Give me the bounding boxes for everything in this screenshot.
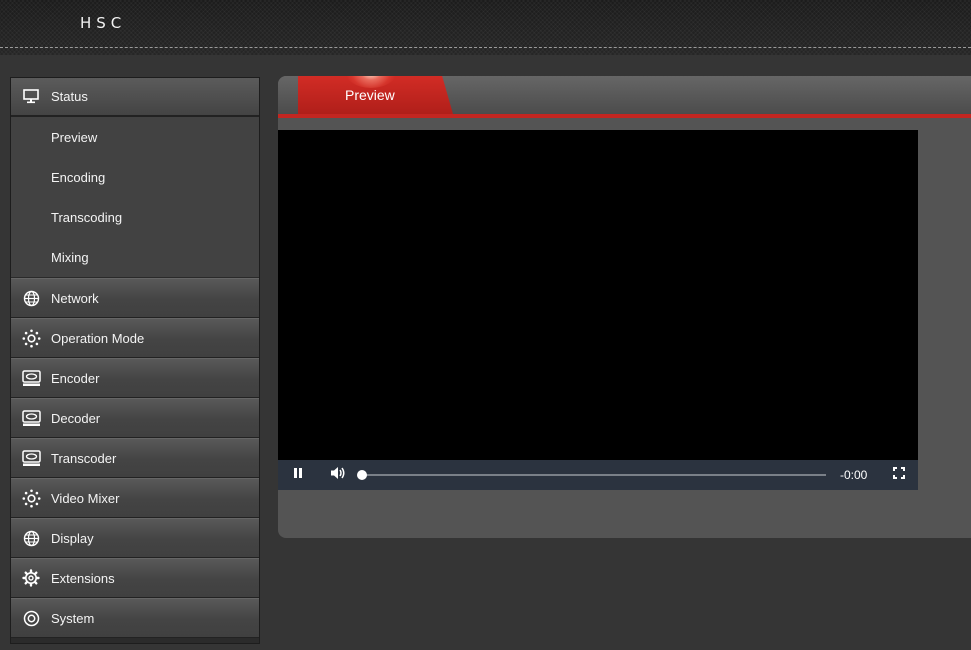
target-icon	[20, 607, 42, 629]
sun-gear-icon	[20, 327, 42, 349]
sidebar: Status Preview Encoding Transcoding Mixi…	[10, 77, 260, 644]
sidebar-item-system[interactable]: System	[11, 598, 259, 638]
pause-icon	[292, 466, 304, 484]
disk-drive-icon	[20, 447, 42, 469]
header-stitch-divider	[0, 47, 971, 48]
sidebar-item-video-mixer[interactable]: Video Mixer	[11, 478, 259, 518]
sidebar-subitem-encoding[interactable]: Encoding	[11, 157, 259, 197]
sidebar-subitem-mixing[interactable]: Mixing	[11, 237, 259, 277]
disk-drive-icon	[20, 407, 42, 429]
time-remaining: -0:00	[840, 468, 868, 482]
sidebar-item-status[interactable]: Status	[11, 78, 259, 117]
sidebar-item-label: Operation Mode	[51, 330, 145, 346]
brand-logo: HSC	[80, 14, 127, 32]
sidebar-item-label: Status	[51, 89, 88, 104]
sidebar-item-transcoder[interactable]: Transcoder	[11, 438, 259, 478]
gear-icon	[20, 567, 42, 589]
volume-button[interactable]	[323, 460, 353, 490]
sidebar-item-label: Network	[51, 290, 99, 306]
sidebar-item-decoder[interactable]: Decoder	[11, 398, 259, 438]
sidebar-item-label: Video Mixer	[51, 490, 120, 506]
pause-button[interactable]	[283, 460, 313, 490]
status-submenu: Preview Encoding Transcoding Mixing	[11, 117, 259, 278]
sidebar-item-label: System	[51, 610, 95, 626]
sun-gear-icon	[20, 487, 42, 509]
sidebar-item-label: Transcoder	[51, 450, 117, 466]
sidebar-item-label: Decoder	[51, 410, 101, 426]
progress-knob[interactable]	[357, 470, 367, 480]
tab-label: Preview	[345, 87, 395, 103]
sidebar-subitem-transcoding[interactable]: Transcoding	[11, 197, 259, 237]
globe-icon	[20, 527, 42, 549]
main-panel: Preview -0:00	[278, 76, 971, 538]
disk-drive-icon	[20, 367, 42, 389]
sidebar-item-label: Encoder	[51, 370, 100, 386]
tab-bar: Preview	[278, 76, 971, 118]
sidebar-item-network[interactable]: Network	[11, 278, 259, 318]
sidebar-item-extensions[interactable]: Extensions	[11, 558, 259, 598]
fullscreen-button[interactable]	[884, 460, 914, 490]
sidebar-item-encoder[interactable]: Encoder	[11, 358, 259, 398]
sidebar-subitem-preview[interactable]: Preview	[11, 117, 259, 157]
sidebar-item-label: Display	[51, 530, 94, 546]
fullscreen-icon	[893, 466, 905, 484]
monitor-icon	[20, 86, 42, 108]
volume-icon	[330, 466, 346, 485]
video-player[interactable]: -0:00	[278, 130, 918, 490]
video-control-bar: -0:00	[278, 460, 918, 490]
globe-icon	[20, 287, 42, 309]
top-header: HSC	[0, 0, 971, 55]
tab-preview[interactable]: Preview	[298, 76, 453, 114]
sidebar-item-label: Extensions	[51, 570, 115, 586]
sidebar-item-operation-mode[interactable]: Operation Mode	[11, 318, 259, 358]
progress-bar[interactable]	[357, 470, 826, 480]
sidebar-item-display[interactable]: Display	[11, 518, 259, 558]
